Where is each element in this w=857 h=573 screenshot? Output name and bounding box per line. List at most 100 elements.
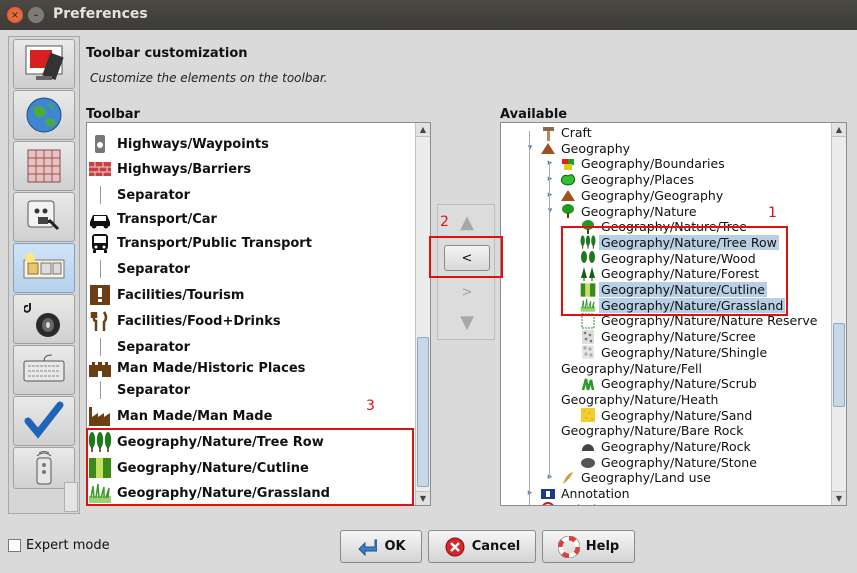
checkbox-box[interactable]	[8, 539, 21, 552]
scroll-thumb[interactable]	[417, 337, 429, 487]
section-subheading: Customize the elements on the toolbar.	[90, 71, 328, 85]
hammer-icon	[539, 125, 557, 141]
tree-item-label: Geography/Boundaries	[581, 156, 725, 172]
window-minimize-button[interactable]: –	[28, 7, 44, 23]
toolbar-item-label: Separator	[117, 187, 190, 203]
available-tree-scrollbar[interactable]: ▲ ▼	[831, 123, 846, 505]
toolbar-list-item[interactable]: Separator	[87, 379, 190, 401]
expert-mode-checkbox[interactable]: Expert mode	[8, 538, 110, 553]
available-tree-item[interactable]: Geography/Nature/Scree	[579, 329, 758, 344]
available-tree-item[interactable]: Geography	[539, 141, 632, 156]
bus-icon	[87, 232, 113, 254]
window-close-button[interactable]: ×	[7, 7, 23, 23]
annotation-box-selected-available	[561, 226, 788, 316]
tab-strip-scrollbar[interactable]	[64, 482, 78, 512]
tab-display[interactable]	[13, 39, 75, 89]
scrub-icon	[579, 376, 597, 391]
tree-expand-toggle[interactable]: ▸	[525, 487, 535, 499]
remove-from-toolbar-button[interactable]: >	[444, 279, 490, 305]
tree-expand-toggle[interactable]: ▸	[545, 471, 555, 483]
tab-imagery[interactable]	[13, 141, 75, 191]
tree-item-label: Geography/Nature/Scrub	[601, 376, 757, 392]
toolbar-list-label: Toolbar	[86, 107, 140, 122]
remove-button-label: >	[461, 284, 473, 300]
toolbar-list-scrollbar[interactable]: ▲ ▼	[415, 123, 430, 505]
tab-audio[interactable]	[13, 294, 75, 344]
toolbar-list-item[interactable]: Separator	[87, 336, 190, 358]
available-tree-item[interactable]: Geography/Boundaries	[559, 156, 727, 171]
tree-collapse-toggle[interactable]: ▾	[545, 205, 555, 217]
tree-item-label: Geography/Land use	[581, 470, 711, 486]
available-tree-item[interactable]: Geography/Geography	[559, 188, 725, 203]
audio-speaker-icon	[24, 303, 60, 337]
help-label: Help	[585, 539, 620, 554]
ok-button[interactable]: OK	[340, 530, 422, 563]
available-tree-item[interactable]: Geography/Nature/Sand	[579, 408, 754, 423]
available-tree-item[interactable]: Geography/Nature/Bare Rock	[559, 423, 745, 438]
tree-collapse-toggle[interactable]: ▾	[525, 142, 535, 154]
remote-control-icon	[36, 451, 52, 485]
toolbar-list-item[interactable]: Man Made/Historic Places	[87, 357, 305, 379]
tree-item-label: Geography/Nature	[581, 203, 697, 219]
rock-icon	[579, 439, 597, 454]
scroll-down-arrow[interactable]: ▼	[416, 491, 430, 505]
move-up-button[interactable]: ▲	[444, 209, 490, 235]
scroll-up-arrow[interactable]: ▲	[832, 123, 846, 137]
available-tree-item[interactable]: Geography/Land use	[559, 470, 713, 485]
cancel-label: Cancel	[471, 539, 521, 554]
tree-item-label: Geography/Nature/Fell	[561, 360, 702, 376]
available-tree-item[interactable]: Geography/Nature	[559, 204, 699, 219]
tree-item-label: Geography/Nature/Bare Rock	[561, 423, 744, 439]
tree-expand-toggle[interactable]: ▸	[545, 189, 555, 201]
display-settings-icon	[25, 45, 64, 81]
tree-expand-toggle[interactable]: ▸	[525, 503, 535, 505]
tree-item-label: Geography/Nature/Heath	[561, 391, 719, 407]
move-down-button[interactable]: ▼	[444, 309, 490, 335]
available-tree-item[interactable]: Geography/Nature/Shingle	[579, 345, 769, 360]
help-button[interactable]: Help	[542, 530, 635, 563]
available-tree-item[interactable]: Craft	[539, 125, 594, 141]
toolbar-list-item[interactable]: Facilities/Food+Drinks	[87, 310, 281, 332]
tab-validator[interactable]	[13, 396, 75, 446]
tab-toolbar[interactable]	[13, 243, 75, 293]
toolbar-list-item[interactable]: Transport/Car	[87, 208, 217, 230]
toolbar-item-label: Separator	[117, 382, 190, 398]
available-tree-item[interactable]: Geography/Nature/Heath	[559, 392, 720, 407]
toolbar-list-item[interactable]: Highways/Barriers	[87, 158, 251, 180]
toolbar-list-item[interactable]: Separator	[87, 258, 190, 280]
available-tree-item[interactable]: Geography/Places	[559, 172, 696, 187]
tab-projection[interactable]	[13, 90, 75, 140]
available-tree-item[interactable]: Geography/Nature/Fell	[559, 361, 704, 376]
tab-plugins[interactable]	[13, 192, 75, 242]
relations-icon	[539, 502, 557, 505]
available-tree-item[interactable]: Geography/Nature/Stone	[579, 455, 759, 470]
toolbar-list-item[interactable]: Highways/Waypoints	[87, 133, 269, 155]
available-tree-item[interactable]: Geography/Nature/Scrub	[579, 376, 759, 391]
tree-expand-toggle[interactable]: ▸	[545, 157, 555, 169]
section-heading: Toolbar customization	[86, 46, 248, 61]
tree-item-label: Geography	[561, 140, 631, 156]
toolbar-list-item[interactable]: Facilities/Tourism	[87, 284, 244, 306]
toolbar-item-label: Transport/Public Transport	[117, 235, 312, 251]
validator-checkmark-icon	[24, 401, 64, 439]
available-tree-item[interactable]: Annotation	[539, 486, 632, 501]
tree-expand-toggle[interactable]: ▸	[545, 173, 555, 185]
toolbar-list-item[interactable]: Transport/Public Transport	[87, 232, 312, 254]
toolbar-list-item[interactable]: Separator	[87, 184, 190, 206]
toolbar-item-label: Highways/Barriers	[117, 161, 252, 177]
available-tree-item[interactable]: Geography/Nature/Rock	[579, 439, 753, 454]
tree-guide-line	[529, 131, 530, 505]
available-tree-item[interactable]: Relations	[539, 502, 620, 505]
cancel-button[interactable]: Cancel	[428, 530, 536, 563]
tab-shortcuts[interactable]	[13, 345, 75, 395]
title-bar: × – Preferences	[0, 0, 857, 30]
scroll-down-arrow[interactable]: ▼	[832, 491, 846, 505]
castle-icon	[87, 357, 113, 379]
up-arrow-icon: ▲	[460, 211, 474, 233]
scroll-thumb[interactable]	[833, 323, 845, 407]
annotation-label-1: 1	[768, 205, 777, 221]
tree-item-label: Geography/Nature/Sand	[601, 407, 753, 423]
toolbar-list-item[interactable]: Man Made/Man Made	[87, 405, 272, 427]
expert-mode-label: Expert mode	[26, 538, 110, 553]
scroll-up-arrow[interactable]: ▲	[416, 123, 430, 137]
